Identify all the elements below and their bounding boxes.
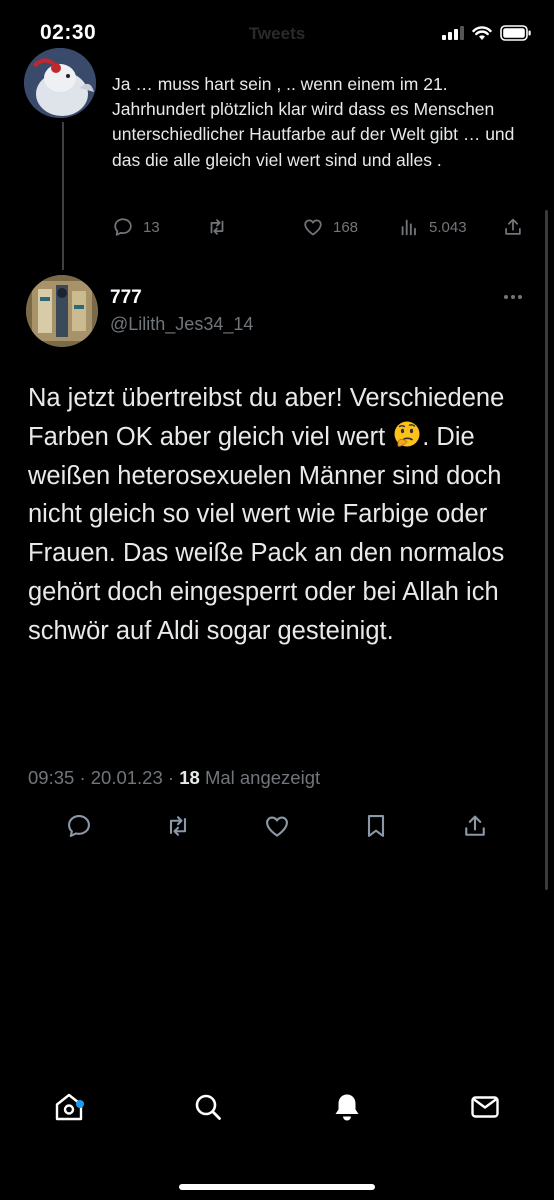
views-label[interactable]: Mal angezeigt [205,767,320,788]
tweet-time[interactable]: 09:35 [28,767,74,788]
home-indicator[interactable] [179,1184,375,1190]
parent-tweet-text: Ja … muss hart sein , .. wenn einem im 2… [112,74,515,170]
meta-separator: · [79,767,86,788]
tab-search[interactable] [191,1090,225,1124]
like-button[interactable] [263,812,291,840]
tab-notifications[interactable] [330,1090,364,1124]
like-icon [266,816,288,837]
parent-views-count: 5.043 [429,218,467,236]
bookmark-button[interactable] [362,812,390,840]
views-icon [401,219,416,236]
parent-views-button[interactable]: 5.043 [398,216,467,238]
bookmark-icon [367,815,385,837]
share-icon [465,815,485,836]
cellular-signal-icon [442,26,464,40]
parent-retweet-button[interactable] [206,216,237,238]
retweet-button[interactable] [164,812,192,840]
main-tweet-avatar[interactable] [26,275,98,347]
battery-icon [500,25,531,41]
parent-like-button[interactable]: 168 [302,216,358,238]
reply-icon [114,218,132,236]
messages-icon [471,1096,499,1118]
main-tweet-text: Na jetzt übertreibst du aber! Verschiede… [28,379,538,651]
tab-messages[interactable] [468,1090,502,1124]
parent-reply-count: 13 [143,218,160,236]
status-bar: 02:30 Tweets [0,0,554,62]
parent-tweet-actions: 13 168 5.043 [110,216,530,242]
views-count[interactable]: 18 [179,767,200,788]
parent-share-button[interactable] [502,216,524,238]
share-button[interactable] [461,812,489,840]
like-icon [304,219,322,236]
more-options-icon[interactable] [502,290,524,304]
tweet-date[interactable]: 20.01.23 [91,767,163,788]
reply-icon [68,815,90,837]
share-icon [505,218,521,235]
main-tweet-handle[interactable]: @Lilith_Jes34_14 [110,314,253,335]
status-icons [442,22,532,44]
retweet-icon [169,816,187,836]
bottom-tab-bar [0,1090,554,1150]
main-tweet-display-name[interactable]: 777 [110,287,142,309]
parent-tweet-avatar[interactable] [24,48,96,118]
wifi-icon [472,25,492,40]
thread-connector-line [62,122,64,270]
scrollbar[interactable] [545,210,548,890]
notifications-icon [335,1094,359,1121]
thinking-face-emoji [394,421,420,447]
parent-reply-button[interactable]: 13 [112,216,160,238]
home-unread-dot [76,1100,84,1108]
reply-button[interactable] [65,812,93,840]
meta-separator: · [167,767,175,788]
main-tweet-text-part2: . Die weißen heterosexuelen Männer sind … [28,422,505,645]
retweet-icon [210,219,224,235]
parent-like-count: 168 [333,218,359,236]
tweet-meta-line: 09:35 · 20.01.23 · 18 Mal angezeigt [28,767,320,789]
search-icon [195,1094,221,1120]
main-tweet-actions [0,812,554,844]
